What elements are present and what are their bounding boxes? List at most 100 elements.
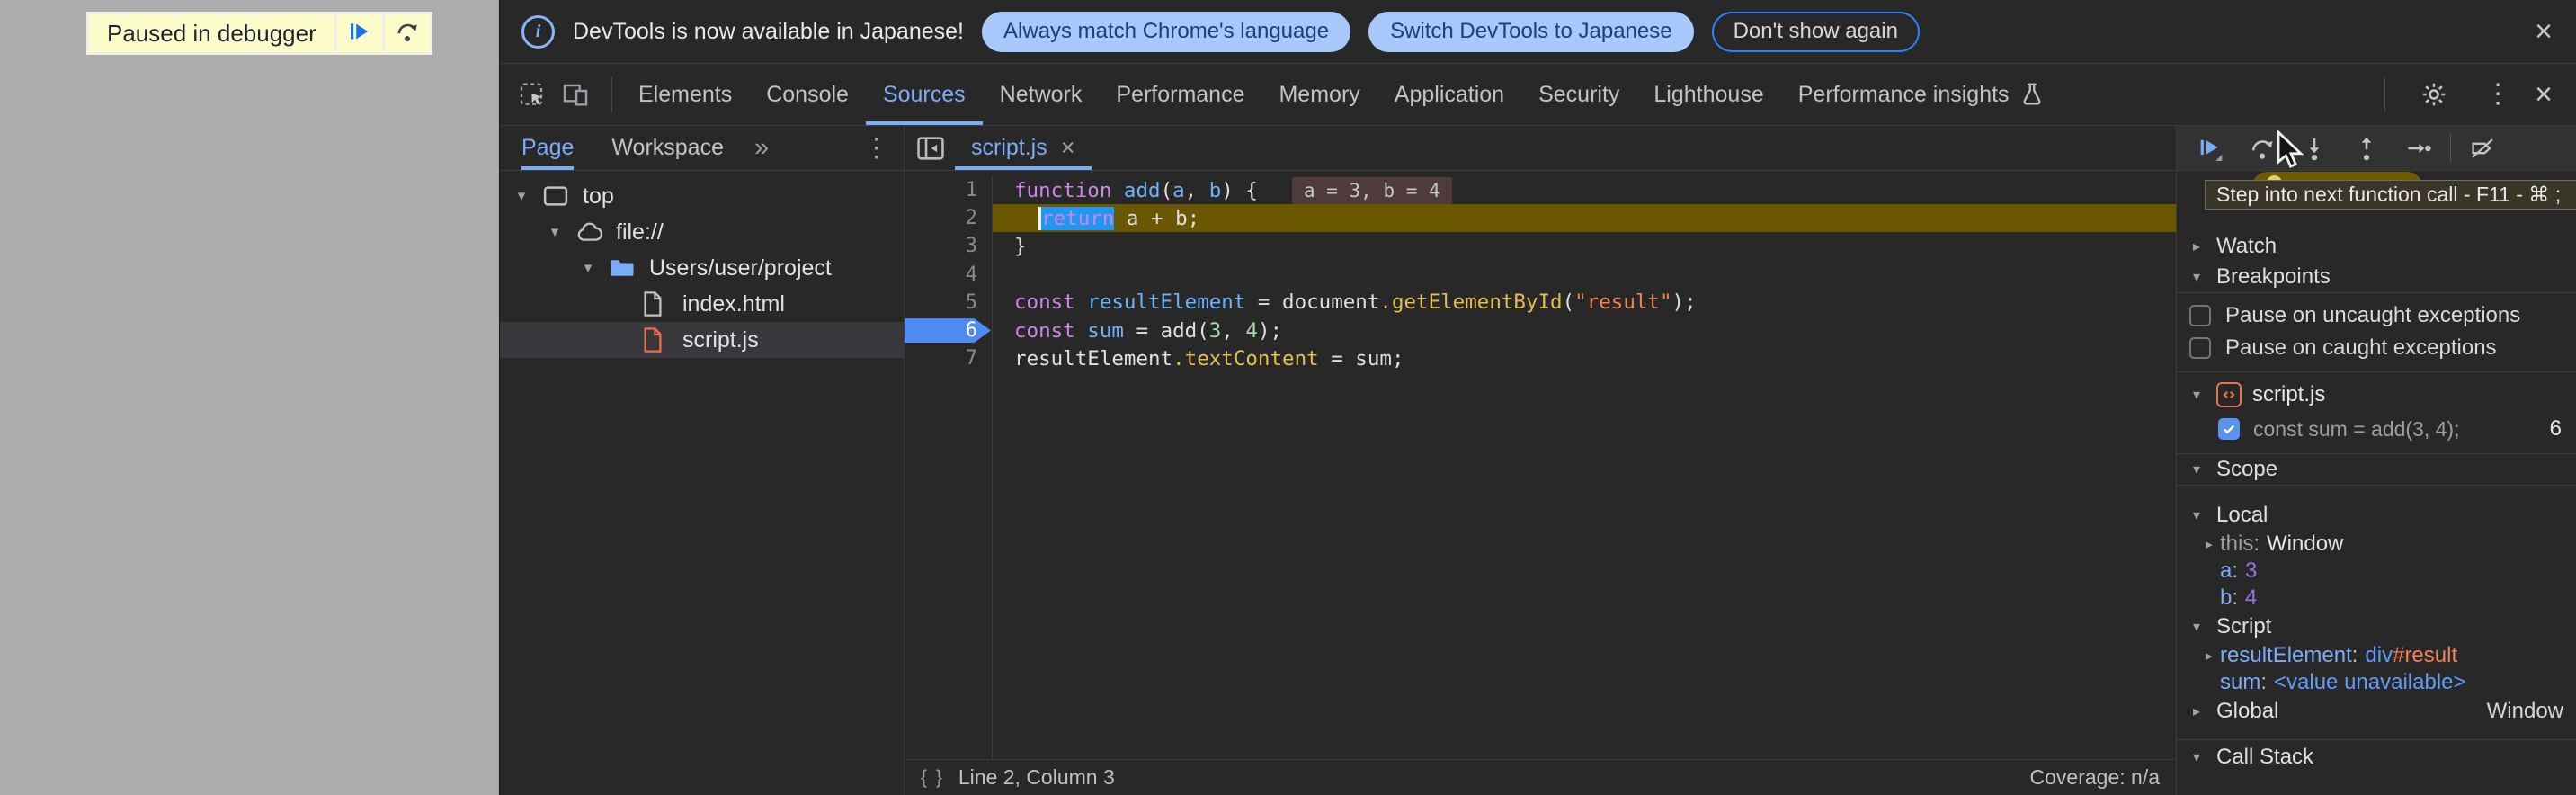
collapse-navigator-icon[interactable] <box>915 133 946 164</box>
navigator-tab-bar: Page Workspace » ⋮ <box>500 126 904 171</box>
step-out-button[interactable] <box>2340 126 2393 170</box>
code-line-5[interactable]: const resultElement = document.getElemen… <box>993 289 2176 317</box>
devtools-window: i DevTools is now available in Japanese!… <box>499 0 2576 795</box>
editor-pane: script.js × 1234567 function add(a, b) {… <box>905 126 2176 795</box>
watch-section-header[interactable]: ▸ Watch <box>2177 231 2576 262</box>
debugger-sidebar: Step into next function call - F11 - ⌘ ;… <box>2176 126 2576 795</box>
tab-memory[interactable]: Memory <box>1261 64 1377 125</box>
devtools-close-icon[interactable]: × <box>2535 79 2553 110</box>
gutter-line-3[interactable]: 3 <box>905 232 992 260</box>
property-name: b <box>2220 585 2232 611</box>
chevron-right-icon[interactable]: ▸ <box>2198 536 2220 552</box>
step-button[interactable] <box>2393 126 2445 170</box>
switch-to-japanese-button[interactable]: Switch DevTools to Japanese <box>1368 12 1694 52</box>
breakpoints-section-header[interactable]: ▾ Breakpoints <box>2177 262 2576 292</box>
code-token: resultElement <box>1014 347 1172 371</box>
tab-lighthouse[interactable]: Lighthouse <box>1636 64 1780 125</box>
tab-page[interactable]: Page <box>521 126 574 170</box>
code-line-1[interactable]: function add(a, b) {a = 3, b = 4 <box>993 176 2176 204</box>
pause-on-uncaught-checkbox[interactable] <box>2189 305 2211 326</box>
breakpoint-marker-line-6[interactable]: 6 <box>905 317 992 344</box>
tree-item-index-html[interactable]: index.html <box>500 286 904 322</box>
gutter-line-1[interactable]: 1 <box>905 176 992 204</box>
open-file-tab-script-js[interactable]: script.js × <box>955 126 1092 170</box>
pause-on-caught-row[interactable]: Pause on caught exceptions <box>2177 332 2576 364</box>
tree-item-top[interactable]: ▾top <box>500 178 904 214</box>
tree-item-file[interactable]: ▾file:// <box>500 214 904 250</box>
gutter-line-4[interactable]: 4 <box>905 261 992 289</box>
local-scope-label: Local <box>2216 503 2268 528</box>
frame-icon <box>542 182 573 210</box>
editor-tab-bar: script.js × <box>905 126 2176 171</box>
dont-show-again-button[interactable]: Don't show again <box>1712 12 1920 52</box>
chevron-down-icon: ▾ <box>2188 460 2206 478</box>
gutter-line-7[interactable]: 7 <box>905 344 992 372</box>
code-line-3[interactable]: } <box>993 232 2176 260</box>
breakpoint-file-row[interactable]: ▾ script.js <box>2177 378 2576 412</box>
expander-triangle-icon[interactable]: ▾ <box>544 223 566 241</box>
scope-row-a[interactable]: a: 3 <box>2177 558 2576 585</box>
property-name: resultElement <box>2220 643 2352 668</box>
always-match-language-button[interactable]: Always match Chrome's language <box>982 12 1350 52</box>
tree-item-users-user-project[interactable]: ▾Users/user/project <box>500 250 904 286</box>
line-number-gutter[interactable]: 1234567 <box>905 176 993 759</box>
gutter-line-2[interactable]: 2 <box>905 204 992 232</box>
global-scope-label: Global <box>2216 699 2278 724</box>
toolbar-divider <box>2384 77 2385 112</box>
code-line-6[interactable]: const sum = add(3, 4); <box>993 317 2176 344</box>
tab-label: Security <box>1538 82 1619 108</box>
tab-close-icon[interactable]: × <box>1061 136 1075 160</box>
step-into-tooltip: Step into next function call - F11 - ⌘ ; <box>2205 180 2576 210</box>
breakpoint-line-number: 6 <box>2550 416 2562 442</box>
tab-performance-insights[interactable]: Performance insights <box>1781 64 2063 125</box>
scope-local-header[interactable]: ▾ Local <box>2177 500 2576 531</box>
breakpoint-checkbox[interactable] <box>2218 418 2240 440</box>
banner-resume-button[interactable] <box>337 14 382 52</box>
more-tabs-icon[interactable]: » <box>754 133 766 163</box>
tab-network[interactable]: Network <box>983 64 1100 125</box>
tab-console[interactable]: Console <box>749 64 866 125</box>
expander-triangle-icon[interactable]: ▾ <box>511 187 532 205</box>
scope-row-resultelement[interactable]: ▸ resultElement: div#result <box>2177 642 2576 669</box>
resume-icon <box>347 19 372 49</box>
chevron-down-icon: ▾ <box>2188 748 2206 766</box>
scope-global-header[interactable]: ▸ Global Window <box>2177 696 2576 727</box>
property-name: sum <box>2220 670 2260 695</box>
chevron-right-icon[interactable]: ▸ <box>2198 648 2220 664</box>
tab-elements[interactable]: Elements <box>621 64 749 125</box>
call-stack-section-header[interactable]: ▾ Call Stack <box>2177 739 2576 774</box>
toggle-device-toolbar-icon[interactable] <box>559 78 592 111</box>
notification-close-icon[interactable]: × <box>2535 16 2553 47</box>
gutter-line-5[interactable]: 5 <box>905 289 992 317</box>
pause-on-uncaught-row[interactable]: Pause on uncaught exceptions <box>2177 299 2576 332</box>
scope-row-b[interactable]: b: 4 <box>2177 585 2576 612</box>
deactivate-breakpoints-button[interactable] <box>2456 126 2509 170</box>
navigator-menu-icon[interactable]: ⋮ <box>863 132 889 164</box>
resume-script-button[interactable] <box>2184 126 2236 170</box>
code-token: = sum; <box>1319 347 1404 371</box>
tab-performance[interactable]: Performance <box>1099 64 1261 125</box>
tree-item-script-js[interactable]: script.js <box>500 322 904 358</box>
tab-sources[interactable]: Sources <box>866 64 983 125</box>
more-options-icon[interactable]: ⋮ <box>2484 81 2511 108</box>
code-editor[interactable]: 1234567 function add(a, b) {a = 3, b = 4… <box>905 171 2176 759</box>
code-line-2[interactable]: return a + b; <box>993 204 2176 232</box>
scope-section-header[interactable]: ▾ Scope <box>2177 453 2576 486</box>
tab-security[interactable]: Security <box>1521 64 1636 125</box>
expander-triangle-icon[interactable]: ▾ <box>577 259 599 277</box>
scope-row-this[interactable]: ▸ this: Window <box>2177 531 2576 558</box>
inspect-element-icon[interactable] <box>516 78 548 111</box>
property-name: a <box>2220 558 2232 584</box>
code-line-7[interactable]: resultElement.textContent = sum; <box>993 344 2176 372</box>
code-lines[interactable]: function add(a, b) {a = 3, b = 4 return … <box>993 176 2176 759</box>
scope-row-sum[interactable]: sum: <value unavailable> <box>2177 669 2576 696</box>
tab-application[interactable]: Application <box>1377 64 1521 125</box>
code-token: = document <box>1245 290 1379 314</box>
code-line-4[interactable] <box>993 261 2176 289</box>
breakpoint-entry[interactable]: const sum = add(3, 4); 6 <box>2177 412 2576 446</box>
settings-gear-icon[interactable] <box>2418 78 2450 111</box>
banner-step-over-button[interactable] <box>385 14 430 52</box>
tab-workspace[interactable]: Workspace <box>611 126 724 170</box>
scope-script-header[interactable]: ▾ Script <box>2177 612 2576 642</box>
pause-on-caught-checkbox[interactable] <box>2189 337 2211 359</box>
